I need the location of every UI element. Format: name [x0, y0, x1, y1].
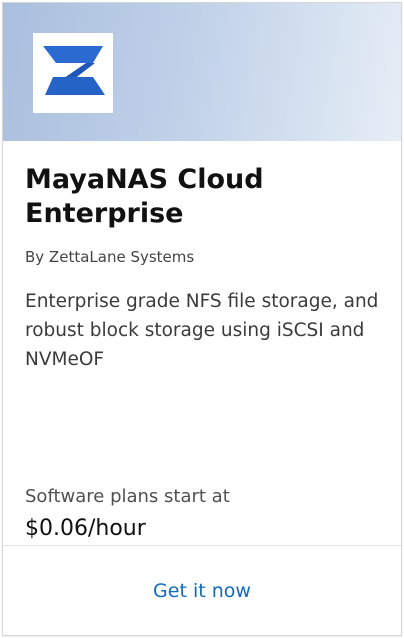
publisher-name: By ZettaLane Systems: [25, 248, 195, 266]
product-logo: [33, 33, 113, 113]
card-body: MayaNAS Cloud Enterprise By ZettaLane Sy…: [3, 141, 401, 545]
card-footer: Get it now: [3, 545, 401, 635]
get-it-now-button[interactable]: Get it now: [3, 546, 401, 635]
product-description: Enterprise grade NFS file storage, and r…: [25, 291, 379, 370]
card-header-banner: [3, 3, 401, 141]
product-title: MayaNAS Cloud Enterprise: [25, 164, 264, 229]
zettalane-z-logo-icon: [43, 46, 105, 95]
offer-card[interactable]: MayaNAS Cloud Enterprise By ZettaLane Sy…: [2, 2, 402, 636]
price-value: $0.06/hour: [25, 516, 146, 541]
pricing-label: Software plans start at: [25, 486, 230, 507]
